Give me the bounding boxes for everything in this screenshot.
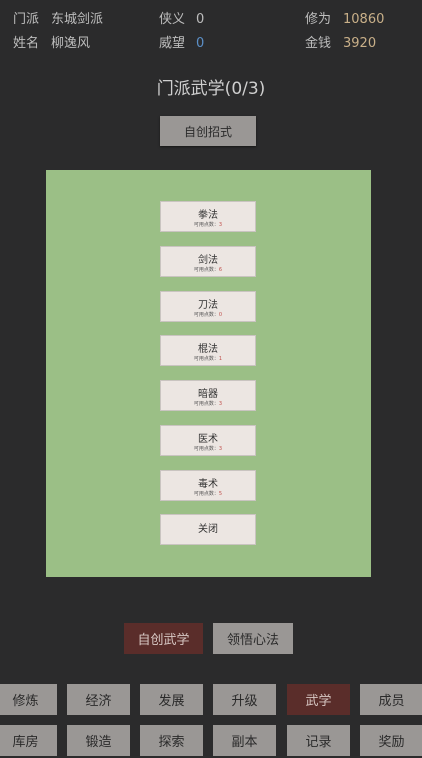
skill-name: 棍法	[198, 344, 218, 355]
skill-name: 剑法	[198, 255, 218, 266]
sect-value: 东城剑派	[51, 12, 104, 27]
skill-points: 可用点数：3	[193, 222, 223, 228]
sect-label: 门派	[13, 12, 40, 27]
cultivation-label: 修为	[305, 12, 332, 27]
skill-name: 刀法	[198, 300, 218, 311]
chivalry-label: 侠义	[159, 12, 186, 27]
create-move-button[interactable]: 自创招式	[160, 116, 256, 146]
money-value: 3920	[343, 36, 377, 51]
nav-upgrade[interactable]: 升级	[213, 684, 276, 715]
skill-points: 可用点数：3	[193, 401, 223, 407]
create-martial-button[interactable]: 自创武学	[124, 623, 203, 654]
skill-button-staff[interactable]: 棍法 可用点数：1	[160, 335, 256, 366]
close-button[interactable]: 关闭	[160, 514, 256, 545]
skill-button-medicine[interactable]: 医术 可用点数：3	[160, 425, 256, 456]
cultivation-value: 10860	[343, 12, 385, 27]
comprehend-button[interactable]: 领悟心法	[213, 623, 293, 654]
prestige-label: 威望	[159, 36, 186, 51]
nav-forge[interactable]: 锻造	[67, 725, 130, 756]
skill-points: 可用点数：6	[193, 267, 223, 273]
nav-dungeon[interactable]: 副本	[213, 725, 276, 756]
skills-panel: 拳法 可用点数：3 剑法 可用点数：6 刀法 可用点数：0 棍法 可用点数：1 …	[46, 170, 371, 577]
nav-develop[interactable]: 发展	[140, 684, 203, 715]
nav-explore[interactable]: 探索	[140, 725, 203, 756]
skill-points: 可用点数：5	[193, 491, 223, 497]
nav-rewards[interactable]: 奖励	[360, 725, 422, 756]
prestige-value: 0	[196, 36, 205, 51]
chivalry-value: 0	[196, 12, 205, 27]
nav-records[interactable]: 记录	[287, 725, 350, 756]
skill-points: 可用点数：0	[193, 312, 223, 318]
page-title: 门派武学(0/3)	[156, 79, 266, 99]
skill-name: 暗器	[198, 389, 218, 400]
close-label: 关闭	[198, 524, 218, 535]
skill-button-fist[interactable]: 拳法 可用点数：3	[160, 201, 256, 232]
money-label: 金钱	[305, 36, 332, 51]
nav-economy[interactable]: 经济	[67, 684, 130, 715]
skill-button-sword[interactable]: 剑法 可用点数：6	[160, 246, 256, 277]
skill-button-blade[interactable]: 刀法 可用点数：0	[160, 291, 256, 322]
skill-points: 可用点数：3	[193, 446, 223, 452]
nav-cultivate[interactable]: 修炼	[0, 684, 57, 715]
nav-martial-arts[interactable]: 武学	[287, 684, 350, 715]
skill-button-poison[interactable]: 毒术 可用点数：5	[160, 470, 256, 501]
nav-warehouse[interactable]: 库房	[0, 725, 57, 756]
skill-name: 医术	[198, 434, 218, 445]
name-label: 姓名	[13, 36, 40, 51]
nav-members[interactable]: 成员	[360, 684, 422, 715]
skill-name: 拳法	[198, 210, 218, 221]
skill-name: 毒术	[198, 479, 218, 490]
skill-button-hidden-weapon[interactable]: 暗器 可用点数：3	[160, 380, 256, 411]
name-value: 柳逸风	[51, 36, 91, 51]
skill-points: 可用点数：1	[193, 356, 223, 362]
